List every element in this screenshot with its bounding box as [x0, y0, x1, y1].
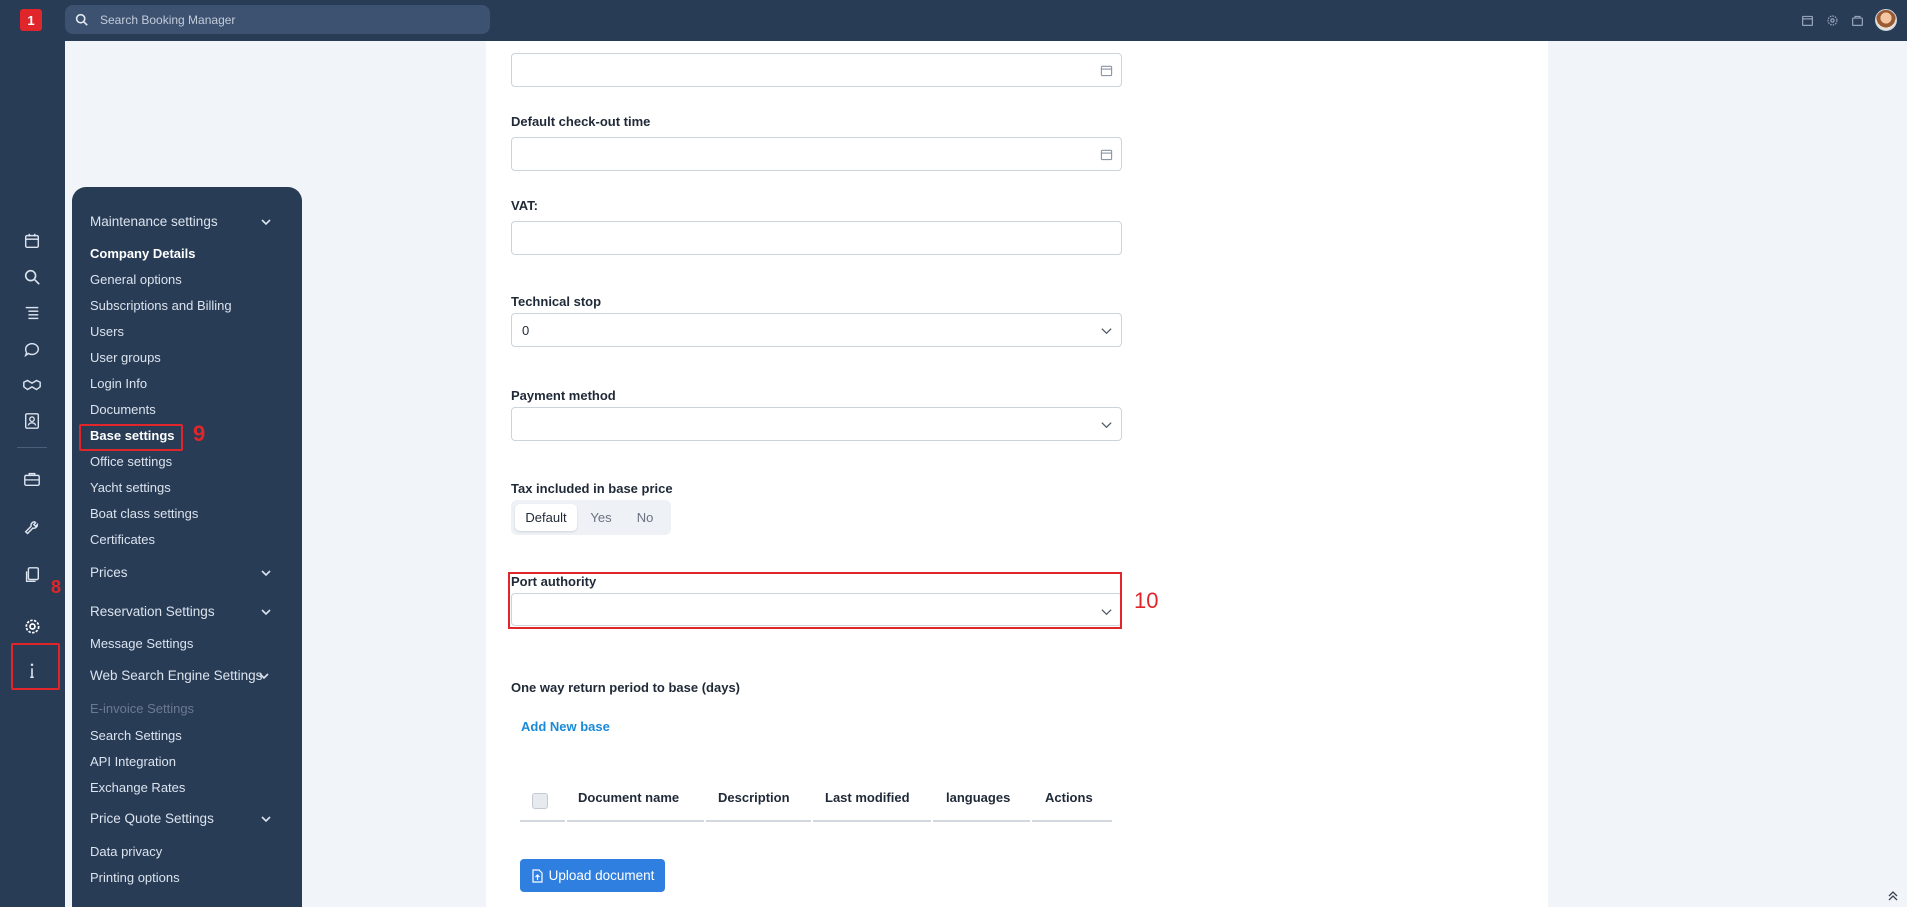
annotation-10: 10: [1134, 588, 1159, 613]
menu-web-search-engine-settings[interactable]: Web Search Engine Settings: [90, 668, 262, 683]
chevron-down-icon: [1101, 328, 1112, 335]
payment-method-label: Payment method: [511, 388, 616, 403]
chat-icon[interactable]: [20, 337, 44, 361]
upload-file-icon: [531, 868, 543, 883]
checkout-time-field[interactable]: [511, 137, 1122, 171]
user-avatar[interactable]: [1875, 9, 1897, 31]
tax-included-toggle: Default Yes No: [511, 500, 671, 535]
menu-general-options[interactable]: General options: [90, 272, 182, 287]
menu-price-quote-settings[interactable]: Price Quote Settings: [90, 811, 214, 826]
menu-office-settings[interactable]: Office settings: [90, 454, 172, 469]
calendar-icon[interactable]: [1800, 13, 1815, 28]
header-underline: [933, 820, 1030, 822]
upload-document-button[interactable]: Upload document: [520, 859, 665, 892]
info-icon[interactable]: [20, 659, 44, 683]
chevron-down-icon: [1101, 422, 1112, 429]
left-rail: 8: [0, 41, 65, 907]
port-authority-highlight: [508, 572, 1122, 629]
base-settings-highlight: [79, 424, 183, 451]
menu-users[interactable]: Users: [90, 324, 124, 339]
briefcase-icon[interactable]: [20, 467, 44, 491]
settings-menu: Maintenance settings Company Details Gen…: [72, 187, 302, 907]
menu-login-info[interactable]: Login Info: [90, 376, 147, 391]
calendar-icon[interactable]: [1100, 148, 1113, 161]
calendar-icon[interactable]: [1100, 64, 1113, 77]
tax-option-yes[interactable]: Yes: [579, 504, 623, 531]
tax-option-default[interactable]: Default: [515, 504, 577, 531]
menu-subscriptions[interactable]: Subscriptions and Billing: [90, 298, 232, 313]
chevron-down-icon[interactable]: [260, 567, 272, 579]
menu-reservation-settings[interactable]: Reservation Settings: [90, 604, 215, 619]
select-all-checkbox[interactable]: [532, 793, 548, 809]
chevron-down-icon[interactable]: [260, 216, 272, 228]
top-bar: 1: [0, 0, 1907, 41]
one-way-return-label: One way return period to base (days): [511, 680, 740, 695]
tax-included-label: Tax included in base price: [511, 481, 673, 496]
gear-icon[interactable]: [20, 614, 44, 638]
documents-icon[interactable]: [20, 563, 44, 587]
tax-option-no[interactable]: No: [623, 504, 667, 531]
search-icon[interactable]: [20, 265, 44, 289]
menu-search-settings[interactable]: Search Settings: [90, 728, 182, 743]
annotation-9: 9: [193, 421, 206, 446]
menu-api-integration[interactable]: API Integration: [90, 754, 176, 769]
rail-divider: [17, 447, 47, 448]
header-underline: [520, 820, 565, 822]
menu-message-settings[interactable]: Message Settings: [90, 636, 193, 651]
header-underline: [1032, 820, 1112, 822]
upload-document-label: Upload document: [548, 868, 655, 883]
menu-user-groups[interactable]: User groups: [90, 350, 161, 365]
menu-einvoice-settings: E-invoice Settings: [90, 701, 195, 716]
gear-icon[interactable]: [1825, 13, 1840, 28]
header-underline: [813, 820, 931, 822]
menu-documents[interactable]: Documents: [90, 402, 156, 417]
global-search[interactable]: [65, 5, 490, 34]
col-document-name[interactable]: Document name: [578, 790, 679, 805]
calendar-icon[interactable]: [20, 229, 44, 253]
menu-printing-options[interactable]: Printing options: [90, 870, 180, 885]
wrench-icon[interactable]: [20, 517, 44, 541]
chevron-down-icon[interactable]: [260, 606, 272, 618]
list-icon[interactable]: [20, 301, 44, 325]
col-last-modified[interactable]: Last modified: [825, 790, 910, 805]
annotation-8: 8: [51, 577, 62, 597]
payment-method-select[interactable]: [511, 407, 1122, 441]
chevron-down-icon[interactable]: [260, 813, 272, 825]
menu-data-privacy[interactable]: Data privacy: [90, 844, 162, 859]
menu-company-details[interactable]: Company Details: [90, 246, 195, 261]
technical-stop-select[interactable]: 0: [511, 313, 1122, 347]
col-languages[interactable]: languages: [946, 790, 1010, 805]
menu-prices[interactable]: Prices: [90, 565, 128, 580]
vat-input[interactable]: [511, 221, 1122, 255]
contacts-icon[interactable]: [20, 409, 44, 433]
menu-yacht-settings[interactable]: Yacht settings: [90, 480, 171, 495]
col-description[interactable]: Description: [718, 790, 790, 805]
search-input[interactable]: [100, 12, 460, 27]
menu-exchange-rates[interactable]: Exchange Rates: [90, 780, 185, 795]
add-new-base-link[interactable]: Add New base: [521, 719, 610, 734]
header-underline: [706, 820, 811, 822]
menu-certificates[interactable]: Certificates: [90, 532, 155, 547]
search-icon: [75, 13, 88, 26]
col-actions[interactable]: Actions: [1045, 790, 1093, 805]
checkin-time-field[interactable]: [511, 53, 1122, 87]
chevron-down-icon[interactable]: [258, 670, 270, 682]
scroll-to-top-icon[interactable]: [1887, 890, 1899, 902]
header-underline: [567, 820, 704, 822]
vat-label: VAT:: [511, 198, 538, 213]
top-icons: [1800, 9, 1897, 31]
bag-icon[interactable]: [1850, 13, 1865, 28]
technical-stop-label: Technical stop: [511, 294, 602, 309]
app-logo[interactable]: 1: [20, 9, 42, 31]
handshake-icon[interactable]: [20, 373, 44, 397]
menu-maintenance-settings[interactable]: Maintenance settings: [90, 214, 218, 229]
menu-boat-class-settings[interactable]: Boat class settings: [90, 506, 198, 521]
checkout-label: Default check-out time: [511, 114, 651, 129]
